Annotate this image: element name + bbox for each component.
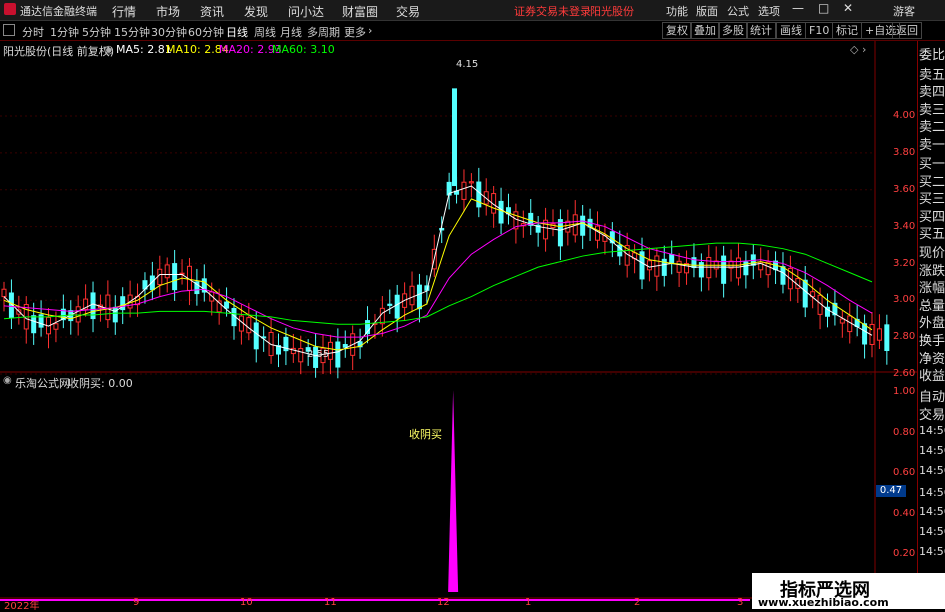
high-price-label: 4.15: [456, 59, 479, 70]
candle-body: [557, 219, 563, 247]
ma-line-ma10: [3, 198, 873, 351]
candle-body: [439, 227, 445, 231]
candle-body: [298, 348, 304, 363]
candle-body: [498, 200, 504, 224]
candle-body: [172, 263, 178, 291]
candle-body: [387, 303, 393, 306]
candle-body: [105, 294, 111, 321]
indicator-settings-icon[interactable]: ◉: [3, 375, 12, 386]
candle-body: [394, 294, 400, 319]
panel-label: 外盘: [919, 316, 945, 331]
candle-body: [335, 341, 341, 368]
low-price-label: 2.55: [307, 349, 330, 360]
indicator-signal-bar: [448, 390, 459, 592]
candle-body: [876, 328, 882, 341]
indicator-tick: 0.40: [893, 508, 916, 519]
candle-body: [580, 215, 586, 236]
ma-line-ma20: [3, 220, 873, 338]
candle-body: [409, 285, 415, 306]
candle-body: [839, 318, 845, 324]
time-tick: 12: [437, 597, 450, 608]
signal-text: 收阴买: [409, 428, 442, 441]
panel-label: 涨幅: [919, 281, 945, 296]
time-tick: 2: [634, 597, 641, 608]
candle-body: [164, 264, 170, 279]
panel-label: 买三: [919, 192, 945, 207]
time-tick: 3: [737, 597, 744, 608]
indicator-tick: 0.80: [893, 427, 916, 438]
indicator-tick: 0.20: [893, 548, 916, 559]
panel-label: 卖二: [919, 120, 945, 135]
candle-body: [342, 344, 348, 348]
candle-body: [461, 181, 467, 200]
time-tick: 9: [133, 597, 140, 608]
candle-body: [676, 260, 682, 273]
trade-time: 14:56: [919, 545, 945, 558]
panel-label: 买五: [919, 227, 945, 242]
price-tick: 4.00: [893, 110, 916, 121]
candle-body: [253, 322, 259, 350]
price-tick: 3.20: [893, 258, 916, 269]
indicator-tick: 1.00: [893, 386, 916, 397]
price-tick: 3.40: [893, 221, 916, 232]
candle-body: [31, 315, 37, 334]
indicator-tick: 0.60: [893, 467, 916, 478]
candle-body: [698, 262, 704, 278]
trade-time: 14:56: [919, 525, 945, 538]
time-tick: 10: [240, 597, 253, 608]
panel-label: 现价: [919, 246, 945, 261]
price-tick: 3.80: [893, 147, 916, 158]
candle-body: [884, 324, 890, 352]
candle-body: [595, 225, 601, 241]
kline-chart[interactable]: [0, 0, 945, 609]
trade-time: 14:56: [919, 486, 945, 499]
candle-body: [721, 255, 727, 284]
candle-body: [246, 317, 252, 334]
candle-body: [646, 260, 652, 271]
candle-body: [468, 181, 474, 184]
trade-time: 14:56: [919, 464, 945, 477]
candle-body: [862, 323, 868, 345]
panel-label: 买一: [919, 157, 945, 172]
panel-label: 交易: [919, 408, 945, 423]
candle-body: [112, 306, 118, 323]
candle-body: [157, 268, 163, 286]
candle-body: [476, 181, 482, 208]
indicator-current-value: 0.47: [876, 485, 906, 497]
candle-body: [669, 254, 675, 265]
price-tick: 3.60: [893, 184, 916, 195]
panel-label: 收益: [919, 369, 945, 384]
trade-time: 14:56: [919, 444, 945, 457]
high-candle: [452, 88, 457, 187]
time-tick: 11: [324, 597, 337, 608]
candle-body: [53, 323, 59, 330]
price-tick: 2.60: [893, 368, 916, 379]
indicator-value: 收阴买: 0.00: [68, 377, 133, 390]
candle-body: [224, 301, 230, 309]
price-tick: 3.00: [893, 294, 916, 305]
candle-body: [1, 288, 7, 298]
panel-label: 委比: [919, 48, 945, 63]
trade-time: 14:56: [919, 424, 945, 437]
candle-body: [802, 279, 808, 308]
candle-body: [416, 284, 422, 310]
price-tick: 2.80: [893, 331, 916, 342]
indicator-title: 乐淘公式网: [15, 377, 70, 390]
panel-label: 卖一: [919, 138, 945, 153]
candle-body: [379, 307, 385, 325]
panel-label: 卖四: [919, 85, 945, 100]
candle-body: [75, 306, 81, 323]
ma-line-ma60: [3, 242, 873, 325]
panel-label: 自动: [919, 390, 945, 405]
time-tick: 2022年: [4, 601, 40, 612]
candle-body: [780, 266, 786, 285]
trade-time: 14:56: [919, 505, 945, 518]
time-tick: 1: [525, 597, 532, 608]
panel-label: 换手: [919, 334, 945, 349]
watermark-url: www.xuezhibiao.com: [758, 596, 889, 609]
